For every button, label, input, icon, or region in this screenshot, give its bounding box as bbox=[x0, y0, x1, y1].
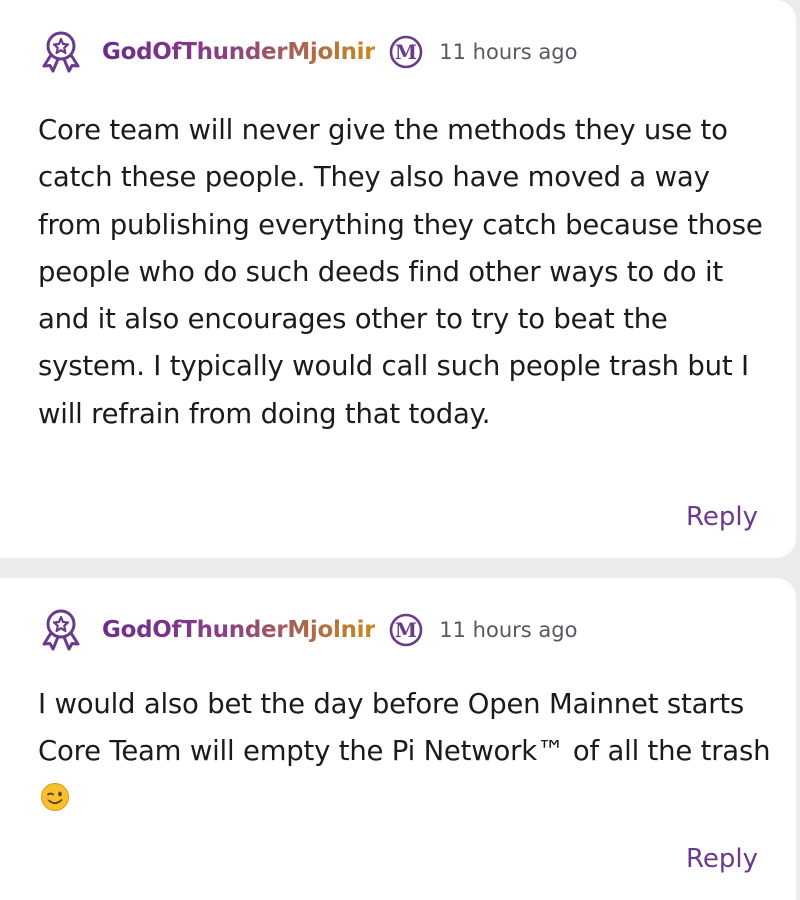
award-badge-icon bbox=[42, 609, 80, 651]
comment-text: I would also bet the day before Open Mai… bbox=[38, 681, 778, 823]
comment-timestamp: 11 hours ago bbox=[439, 618, 578, 642]
moderator-badge-letter: M bbox=[395, 40, 417, 64]
comment-text: Core team will never give the methods th… bbox=[38, 114, 763, 430]
comment-text-content: I would also bet the day before Open Mai… bbox=[38, 688, 771, 768]
comment-header: GodOfThunderMjolnir M 11 hours ago bbox=[38, 30, 577, 74]
reply-button[interactable]: Reply bbox=[686, 502, 758, 532]
comment-card: GodOfThunderMjolnir M 11 hours ago I wou… bbox=[0, 578, 796, 900]
reply-button[interactable]: Reply bbox=[686, 844, 758, 874]
winking-face-emoji-icon bbox=[41, 782, 69, 811]
award-badge-icon bbox=[42, 31, 80, 73]
comment-card: GodOfThunderMjolnir M 11 hours ago Core … bbox=[0, 0, 796, 558]
username-link[interactable]: GodOfThunderMjolnir bbox=[102, 39, 376, 65]
comment-header: GodOfThunderMjolnir M 11 hours ago bbox=[38, 608, 577, 652]
moderator-badge-letter: M bbox=[395, 618, 417, 642]
moderator-badge-icon: M bbox=[389, 35, 423, 69]
comment-timestamp: 11 hours ago bbox=[439, 40, 578, 64]
username-link[interactable]: GodOfThunderMjolnir bbox=[102, 617, 376, 643]
moderator-badge-icon: M bbox=[389, 613, 423, 647]
